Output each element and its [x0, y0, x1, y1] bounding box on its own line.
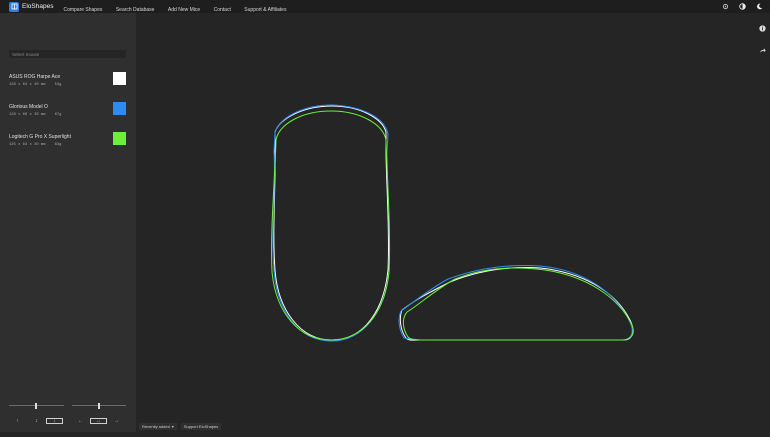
nav-contact[interactable]: Contact: [214, 7, 231, 13]
shape-canvas: [136, 13, 770, 432]
nav-support-affiliates[interactable]: Support & Affiliates: [244, 7, 286, 13]
horizontal-offset-slider[interactable]: [72, 402, 126, 409]
side-view-outline-green: [402, 267, 634, 341]
mouse-dims: 125 x 64 x 40 mm 63g: [9, 143, 62, 147]
top-view-outline-white: [273, 105, 390, 341]
vertical-offset-slider[interactable]: [9, 402, 64, 409]
logo-icon: [9, 1, 19, 12]
mouse-item-logitech[interactable]: Logitech G Pro X Superlight 125 x 64 x 4…: [9, 132, 129, 150]
contrast-icon[interactable]: [738, 2, 747, 11]
mouse-item-glorious[interactable]: Glorious Model O 128 x 66 x 36 mm 67g: [9, 102, 129, 120]
color-swatch[interactable]: [113, 132, 126, 145]
mouse-dims: 128 x 66 x 36 mm 67g: [9, 113, 62, 117]
nav-search-database[interactable]: Search Database: [116, 7, 155, 13]
nav-compare-shapes[interactable]: Compare Shapes: [63, 7, 102, 13]
sort-label: Recently added: [142, 424, 170, 429]
mouse-name: ASUS ROG Harpe Ace: [9, 74, 61, 80]
color-swatch[interactable]: [113, 102, 126, 115]
move-up-button[interactable]: ↑: [13, 418, 22, 424]
side-view-outline-white: [399, 267, 634, 341]
move-right-button[interactable]: →: [112, 418, 121, 424]
slider-thumb[interactable]: [35, 402, 37, 409]
mouse-outlines: [271, 104, 634, 342]
move-down-button[interactable]: ↓: [46, 418, 63, 424]
move-left-button[interactable]: ←: [76, 418, 85, 424]
side-view-outline-blue: [398, 265, 633, 341]
mouse-dims: 128 x 64 x 40 mm 54g: [9, 83, 62, 87]
sidebar: ASUS ROG Harpe Ace 128 x 64 x 40 mm 54g …: [0, 13, 136, 432]
info-icon[interactable]: [759, 19, 766, 37]
top-view-outline-green: [271, 110, 391, 341]
logo[interactable]: EloShapes: [9, 1, 54, 12]
vertical-center-button[interactable]: ↕: [32, 418, 41, 424]
mouse-item-asus[interactable]: ASUS ROG Harpe Ace 128 x 64 x 40 mm 54g: [9, 72, 129, 90]
sort-dropdown[interactable]: Recently added ▾: [139, 423, 177, 430]
color-swatch[interactable]: [113, 72, 126, 85]
top-bar: EloShapes Compare Shapes Search Database…: [0, 0, 770, 13]
chevron-down-icon: ▾: [171, 424, 174, 429]
mouse-name: Logitech G Pro X Superlight: [9, 134, 71, 140]
mouse-name: Glorious Model O: [9, 104, 48, 110]
slider-thumb[interactable]: [98, 402, 100, 409]
nav-add-new-mice[interactable]: Add New Mice: [168, 7, 200, 13]
horizontal-center-button[interactable]: ↔: [90, 418, 107, 424]
top-view-outline-blue: [272, 104, 391, 342]
search-input[interactable]: [9, 50, 126, 58]
app-name: EloShapes: [22, 3, 54, 10]
gear-icon[interactable]: [721, 2, 730, 11]
support-button[interactable]: Support EloShapes: [180, 423, 222, 430]
moon-icon[interactable]: [755, 2, 764, 11]
share-icon[interactable]: [759, 41, 766, 59]
